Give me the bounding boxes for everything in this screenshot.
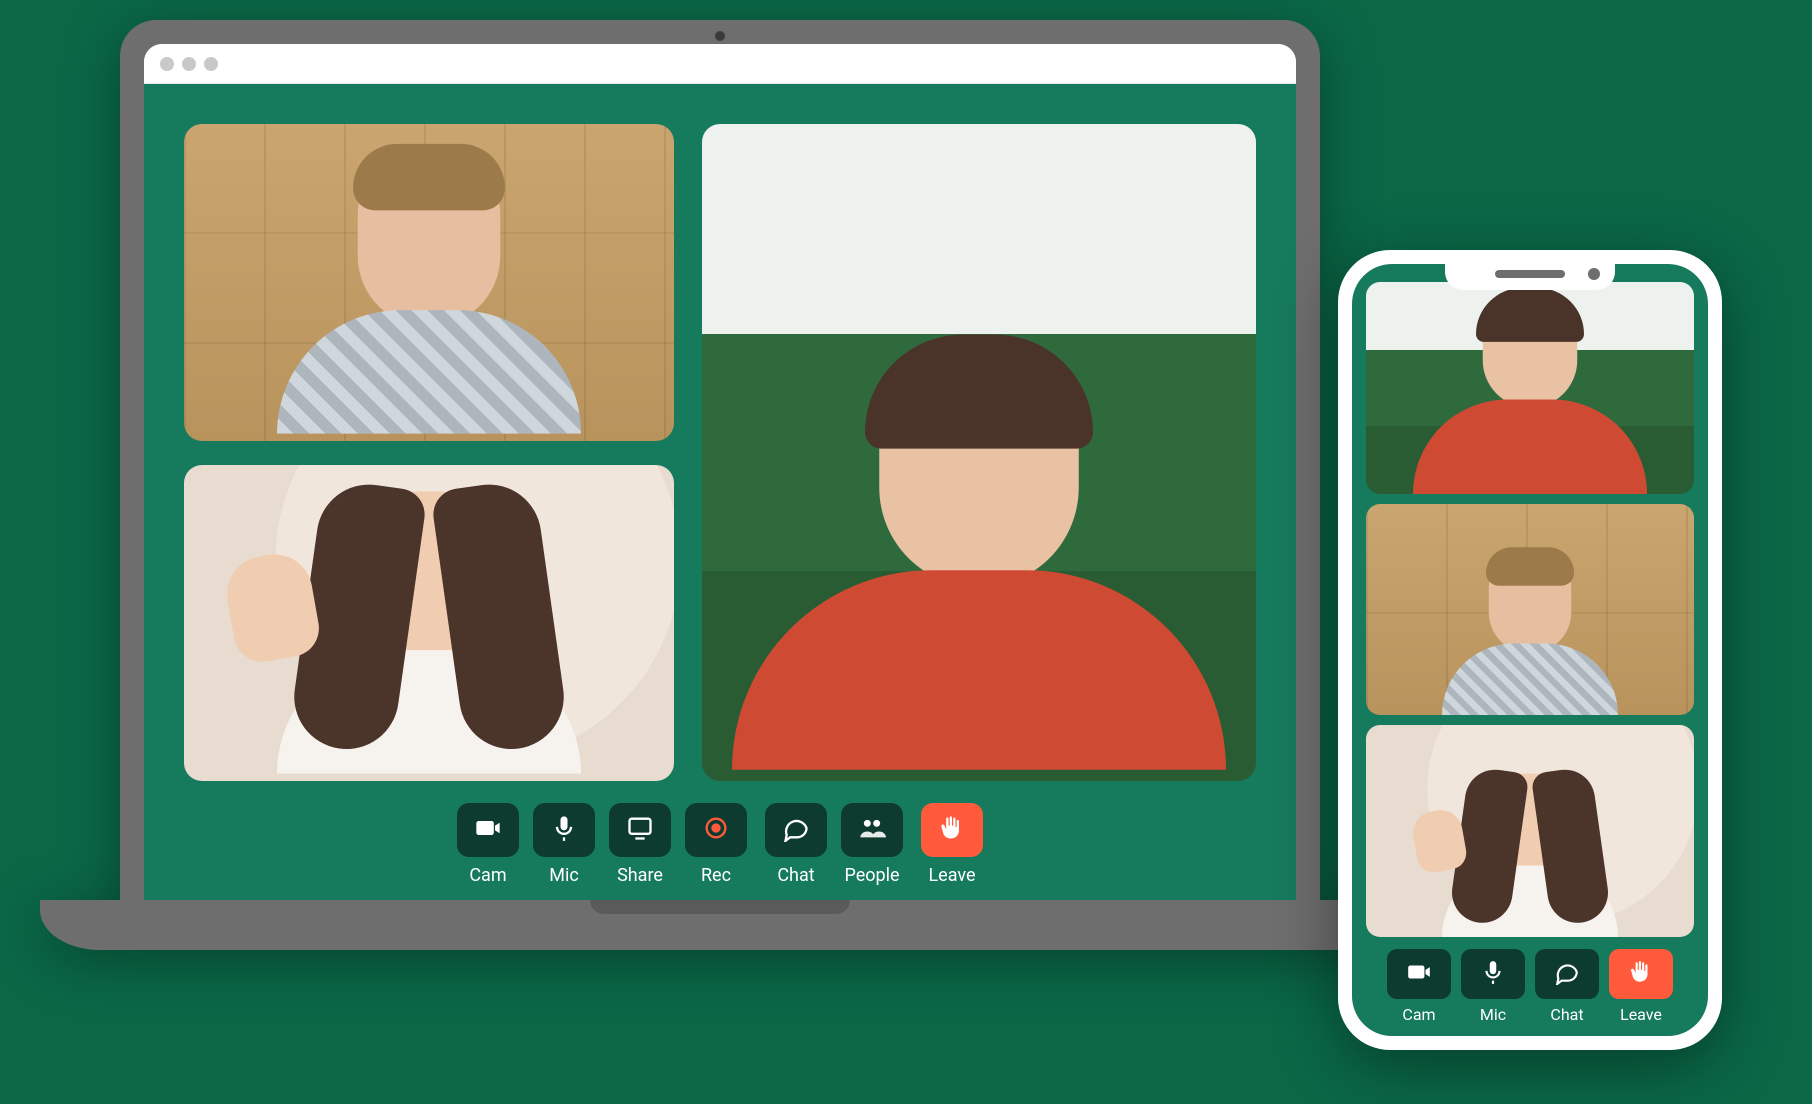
share-screen-icon bbox=[626, 814, 654, 847]
people-button[interactable]: People bbox=[841, 803, 903, 886]
camera-icon bbox=[1406, 959, 1432, 989]
video-column-secondary bbox=[184, 124, 674, 781]
chat-label: Chat bbox=[1550, 1005, 1583, 1024]
call-toolbar: Cam Mic Share bbox=[184, 781, 1256, 886]
laptop-hinge-notch bbox=[590, 900, 850, 914]
video-grid-mobile bbox=[1366, 282, 1694, 937]
laptop-base bbox=[40, 900, 1400, 950]
chat-icon bbox=[782, 814, 810, 847]
laptop-camera-icon bbox=[715, 31, 725, 41]
participant-tile[interactable] bbox=[184, 465, 674, 782]
participant-tile-main[interactable] bbox=[702, 124, 1256, 781]
participant-tile[interactable] bbox=[1366, 504, 1694, 716]
laptop-device: Cam Mic Share bbox=[40, 20, 1400, 950]
phone-front-camera-icon bbox=[1588, 268, 1600, 280]
video-grid bbox=[184, 124, 1256, 781]
chat-button[interactable]: Chat bbox=[1535, 949, 1599, 1024]
participant-avatar bbox=[1413, 290, 1647, 493]
browser-titlebar bbox=[144, 44, 1296, 84]
people-icon bbox=[858, 814, 886, 847]
wave-icon bbox=[938, 814, 966, 847]
leave-button[interactable]: Leave bbox=[921, 803, 983, 886]
leave-button[interactable]: Leave bbox=[1609, 949, 1673, 1024]
mic-icon bbox=[1480, 959, 1506, 989]
record-label: Rec bbox=[701, 865, 731, 886]
chat-icon bbox=[1554, 959, 1580, 989]
camera-button[interactable]: Cam bbox=[1387, 949, 1451, 1024]
participant-avatar bbox=[732, 340, 1226, 769]
window-maximize-icon[interactable] bbox=[204, 57, 218, 71]
chat-label: Chat bbox=[777, 865, 814, 886]
camera-button[interactable]: Cam bbox=[457, 803, 519, 886]
chat-button[interactable]: Chat bbox=[765, 803, 827, 886]
leave-label: Leave bbox=[928, 865, 975, 886]
mic-label: Mic bbox=[549, 865, 579, 886]
camera-label: Cam bbox=[469, 865, 506, 886]
window-minimize-icon[interactable] bbox=[182, 57, 196, 71]
phone-speaker-icon bbox=[1495, 270, 1565, 278]
video-call-app-mobile: Cam Mic Chat Leave bbox=[1352, 264, 1708, 1036]
record-button[interactable]: Rec bbox=[685, 803, 747, 886]
share-label: Share bbox=[617, 865, 663, 886]
mic-label: Mic bbox=[1480, 1005, 1506, 1024]
toolbar-group-leave: Leave bbox=[921, 803, 983, 886]
participant-avatar bbox=[277, 491, 581, 773]
wave-icon bbox=[1628, 959, 1654, 989]
window-close-icon[interactable] bbox=[160, 57, 174, 71]
toolbar-group-collab: Chat People bbox=[765, 803, 903, 886]
camera-label: Cam bbox=[1402, 1005, 1435, 1024]
mic-button[interactable]: Mic bbox=[533, 803, 595, 886]
participant-avatar bbox=[277, 151, 581, 433]
call-toolbar-mobile: Cam Mic Chat Leave bbox=[1366, 937, 1694, 1024]
people-label: People bbox=[844, 865, 899, 886]
camera-icon bbox=[474, 814, 502, 847]
participant-avatar bbox=[1442, 774, 1618, 937]
share-button[interactable]: Share bbox=[609, 803, 671, 886]
laptop-screen: Cam Mic Share bbox=[144, 44, 1296, 900]
toolbar-group-media: Cam Mic Share bbox=[457, 803, 747, 886]
record-icon bbox=[702, 814, 730, 847]
video-call-app-desktop: Cam Mic Share bbox=[144, 84, 1296, 900]
phone-device: Cam Mic Chat Leave bbox=[1338, 250, 1722, 1050]
mic-button[interactable]: Mic bbox=[1461, 949, 1525, 1024]
participant-tile[interactable] bbox=[1366, 725, 1694, 937]
participant-tile[interactable] bbox=[184, 124, 674, 441]
participant-tile[interactable] bbox=[1366, 282, 1694, 494]
laptop-body: Cam Mic Share bbox=[120, 20, 1320, 900]
mic-icon bbox=[550, 814, 578, 847]
leave-label: Leave bbox=[1620, 1005, 1662, 1024]
participant-avatar bbox=[1442, 552, 1618, 715]
